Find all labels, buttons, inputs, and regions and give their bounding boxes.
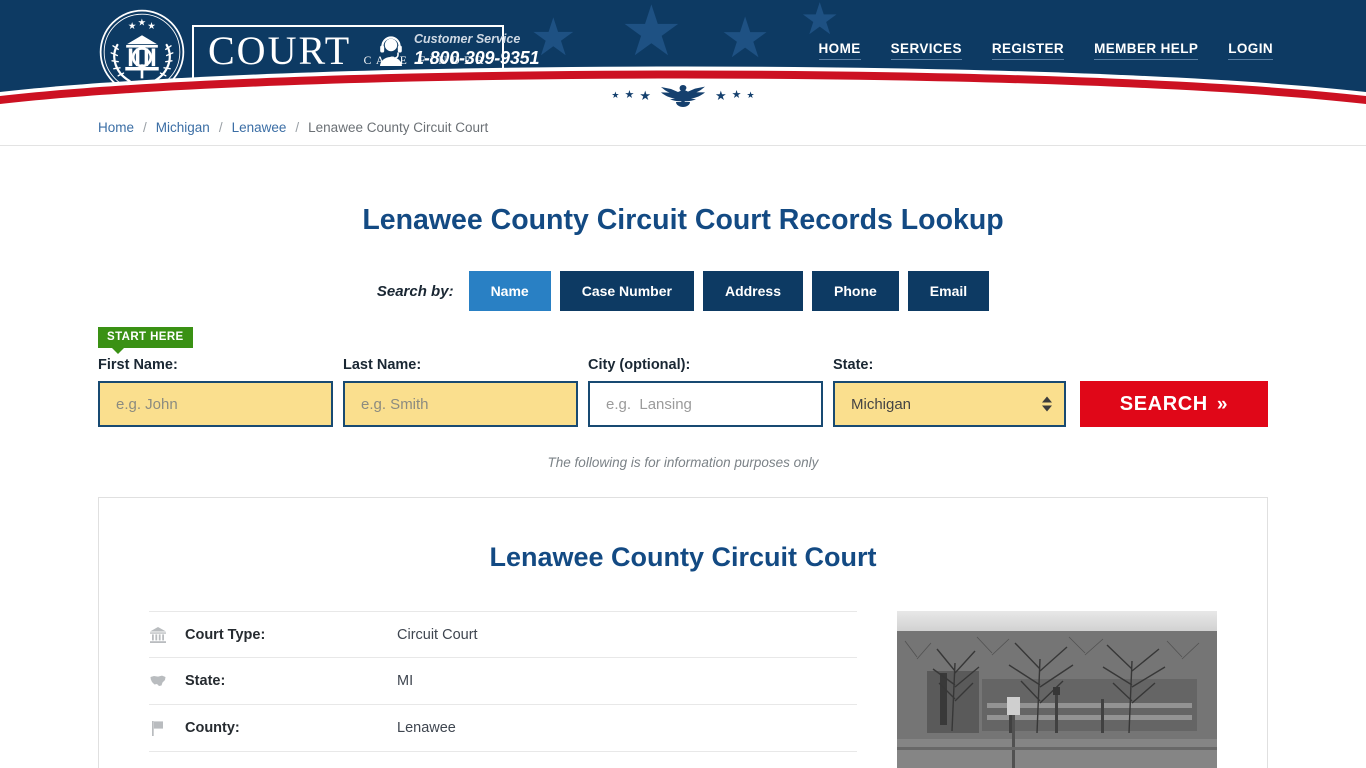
tab-name[interactable]: Name [468, 271, 551, 311]
svg-text:★: ★ [128, 21, 137, 32]
court-card-title: Lenawee County Circuit Court [489, 542, 877, 572]
first-name-field-group: First Name: [98, 357, 333, 427]
detail-key: Court Type: [185, 626, 266, 643]
nav-item-login[interactable]: LOGIN [1228, 41, 1273, 60]
table-row: County: Lenawee [149, 705, 857, 752]
breadcrumb-separator: / [218, 120, 223, 135]
court-card-body: Court Type: Circuit Court State: MI Coun… [149, 611, 1217, 768]
city-field-group: City (optional): [588, 357, 823, 427]
customer-service-block: Customer Service 1-800-309-9351 [378, 32, 540, 70]
first-name-input[interactable] [98, 381, 333, 427]
start-here-badge: START HERE [98, 327, 193, 354]
state-select[interactable] [833, 381, 1066, 427]
logo-title: COURT [208, 27, 352, 73]
detail-value: Lenawee [397, 720, 456, 736]
search-form: First Name: Last Name: City (optional): … [98, 357, 1268, 427]
courthouse-building-photo [896, 611, 1217, 768]
breadcrumb-item-michigan[interactable]: Michigan [156, 120, 210, 135]
first-name-label: First Name: [98, 357, 178, 373]
badge-star-icon: ★ [624, 88, 635, 101]
breadcrumb-separator: / [143, 120, 147, 135]
breadcrumb-item-lenawee[interactable]: Lenawee [232, 120, 287, 135]
detail-value: Circuit Court [397, 626, 478, 643]
nav-item-home[interactable]: HOME [818, 41, 861, 60]
city-input[interactable] [588, 381, 823, 427]
breadcrumb-separator: / [295, 120, 300, 135]
tab-phone[interactable]: Phone [812, 271, 899, 311]
badge-star-icon: ★ [715, 87, 727, 103]
search-by-tabs: Search by: Name Case Number Address Phon… [98, 271, 1268, 311]
nav-item-member-help[interactable]: MEMBER HELP [1094, 41, 1199, 60]
last-name-label: Last Name: [343, 357, 422, 373]
last-name-field-group: Last Name: [343, 357, 578, 427]
nav-item-services[interactable]: SERVICES [890, 41, 962, 60]
badge-star-icon: ★ [611, 89, 620, 100]
tab-case-number[interactable]: Case Number [559, 271, 694, 311]
customer-service-phone[interactable]: 1-800-309-9351 [414, 48, 540, 70]
nav-item-register[interactable]: REGISTER [991, 41, 1065, 60]
headset-support-icon [380, 36, 402, 66]
breadcrumb-item-current: Lenawee County Circuit Court [308, 120, 489, 135]
bank-icon [149, 626, 185, 644]
court-info-card: Lenawee County Circuit Court Court Type:… [98, 497, 1268, 768]
detail-key: State: [185, 673, 226, 689]
tab-email[interactable]: Email [907, 271, 990, 311]
flag-icon [149, 719, 185, 737]
search-button-label: SEARCH [1119, 392, 1208, 415]
main-navigation: HOME SERVICES REGISTER MEMBER HELP LOGIN [818, 41, 1273, 60]
state-field-group: State: [833, 357, 1066, 427]
breadcrumb: Home / Michigan / Lenawee / Lenawee Coun… [93, 120, 1273, 135]
table-row: State: MI [149, 658, 857, 705]
state-label: State: [833, 357, 874, 373]
customer-service-label: Customer Service [414, 32, 521, 46]
badge-star-icon: ★ [639, 87, 651, 103]
tab-address[interactable]: Address [702, 271, 803, 311]
site-header: ★ ★ ★ ★ ★ ★ ★ COURT CASE FINDER Customer… [0, 0, 1366, 110]
main-content: Lenawee County Circuit Court Records Loo… [93, 204, 1273, 768]
start-here-wrapper: START HERE [98, 327, 1268, 354]
court-detail-table: Court Type: Circuit Court State: MI Coun… [149, 611, 857, 768]
breadcrumb-bar: Home / Michigan / Lenawee / Lenawee Coun… [0, 110, 1366, 146]
badge-star-icon: ★ [731, 88, 742, 101]
us-map-icon [149, 672, 185, 690]
svg-text:★: ★ [147, 21, 156, 32]
svg-text:★: ★ [138, 18, 147, 29]
eagle-emblem-icon [661, 85, 705, 107]
state-select-wrapper [833, 381, 1066, 427]
disclaimer-text: The following is for information purpose… [547, 455, 819, 470]
search-by-label: Search by: [376, 282, 454, 300]
table-row: Court Type: Circuit Court [149, 611, 857, 658]
city-label: City (optional): [588, 357, 691, 373]
court-seal-icon: ★ ★ ★ [99, 9, 185, 95]
detail-key: County: [185, 720, 240, 736]
badge-star-icon: ★ [746, 89, 755, 100]
last-name-input[interactable] [343, 381, 578, 427]
search-button[interactable]: SEARCH » [1079, 381, 1268, 427]
page-title: Lenawee County Circuit Court Records Loo… [362, 204, 1004, 236]
double-chevron-right-icon: » [1216, 393, 1228, 415]
detail-value: MI [397, 673, 414, 689]
breadcrumb-item-home[interactable]: Home [98, 120, 134, 135]
eagle-badge: ★ ★ ★ ★ ★ ★ [568, 80, 798, 110]
